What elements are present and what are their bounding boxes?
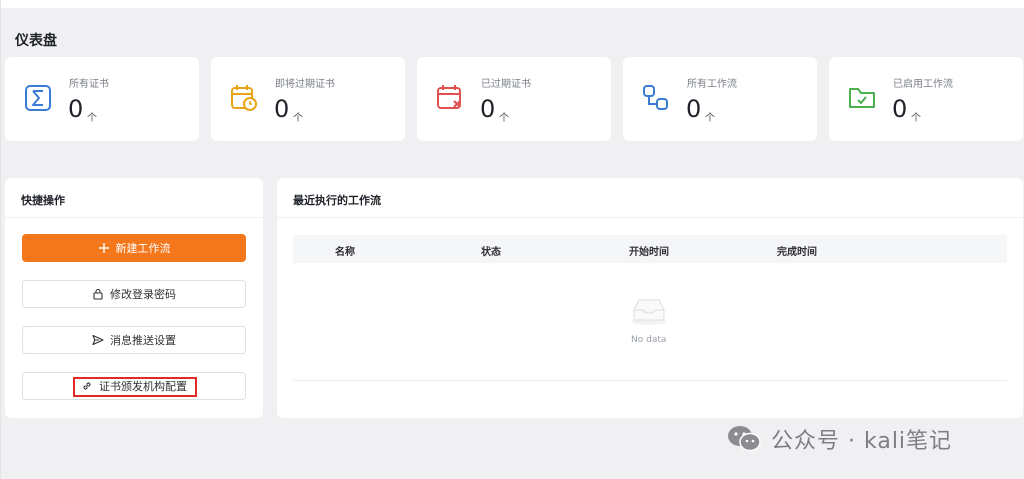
stat-card-all-workflows: 所有工作流 0 个: [623, 57, 817, 141]
column-header-name[interactable]: 名称: [335, 243, 355, 258]
stat-label: 已启用工作流: [893, 79, 953, 90]
stat-value: 0: [686, 95, 702, 123]
watermark: 公众号 · kali笔记: [725, 424, 952, 454]
empty-text: No data: [631, 335, 667, 345]
link-icon: [83, 382, 91, 390]
divider: [293, 380, 1007, 381]
stat-label: 即将过期证书: [275, 79, 335, 90]
new-workflow-button[interactable]: 新建工作流: [22, 234, 246, 262]
calendar-clock-icon: [231, 85, 257, 111]
stat-label: 所有证书: [69, 79, 109, 90]
button-label: 新建工作流: [115, 242, 171, 255]
calendar-x-icon: [437, 85, 461, 109]
stat-unit: 个: [87, 113, 97, 124]
column-header-status[interactable]: 状态: [481, 243, 501, 258]
stat-card-expired-certs: 已过期证书 0 个: [417, 57, 611, 141]
stat-label: 已过期证书: [481, 79, 531, 90]
button-label: 修改登录密码: [110, 288, 176, 301]
send-icon: [92, 334, 104, 346]
stat-value: 0: [480, 95, 496, 123]
button-label: 消息推送设置: [110, 334, 176, 347]
top-bar: [1, 0, 1024, 8]
sigma-icon: [25, 85, 51, 111]
column-header-start-time[interactable]: 开始时间: [629, 243, 669, 258]
wechat-icon: [728, 426, 761, 452]
stat-unit: 个: [705, 113, 715, 124]
watermark-text: 公众号 · kali笔记: [771, 429, 953, 454]
change-password-button[interactable]: 修改登录密码: [22, 280, 246, 308]
table-header: 名称 状态 开始时间 完成时间: [293, 235, 1007, 263]
stat-unit: 个: [911, 113, 921, 124]
notification-settings-button[interactable]: 消息推送设置: [22, 326, 246, 354]
recent-workflows-title: 最近执行的工作流: [293, 194, 381, 207]
quick-actions-panel: 快捷操作 新建工作流 修改登录密码 消息推送设置 证书颁发机构配置: [5, 178, 263, 418]
button-label: 证书颁发机构配置: [99, 380, 187, 393]
ca-config-button[interactable]: 证书颁发机构配置: [22, 372, 246, 400]
stat-value: 0: [68, 95, 84, 123]
stat-label: 所有工作流: [687, 79, 737, 90]
stat-value: 0: [892, 95, 908, 123]
stat-value: 0: [274, 95, 290, 123]
quick-actions-title: 快捷操作: [21, 194, 65, 207]
column-header-end-time[interactable]: 完成时间: [777, 243, 817, 258]
stat-unit: 个: [293, 113, 303, 124]
workflow-icon: [643, 85, 668, 110]
empty-inbox-icon: [631, 299, 667, 325]
folder-check-icon: [849, 88, 875, 108]
divider: [277, 217, 1023, 218]
plus-icon: [98, 243, 109, 253]
stat-card-expiring-certs: 即将过期证书 0 个: [211, 57, 405, 141]
app-frame: 仪表盘 所有证书 0 个 即将过期证书 0 个 已过期证书 0 个 所有工作流 …: [0, 0, 1024, 479]
lock-icon: [93, 288, 103, 300]
stat-unit: 个: [499, 113, 509, 124]
page-title: 仪表盘: [15, 33, 57, 49]
stat-card-enabled-workflows: 已启用工作流 0 个: [829, 57, 1023, 141]
stat-card-all-certs: 所有证书 0 个: [5, 57, 199, 141]
divider: [5, 217, 263, 218]
